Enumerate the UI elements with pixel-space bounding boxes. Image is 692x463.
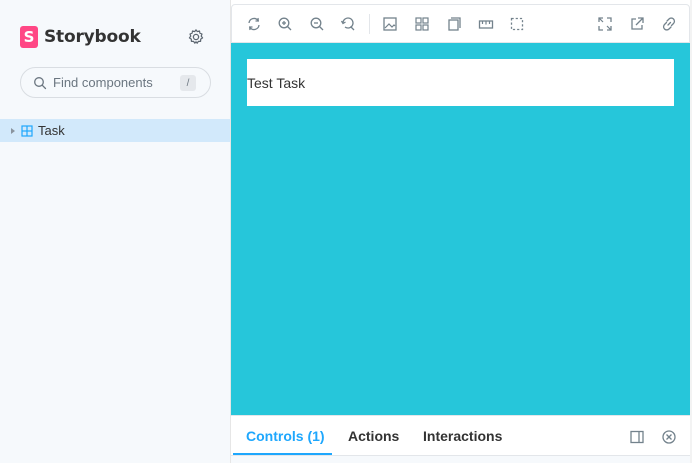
preview-toolbar xyxy=(231,4,690,43)
measure-icon[interactable] xyxy=(478,16,494,32)
tab-controls[interactable]: Controls (1) xyxy=(246,428,325,444)
toolbar-separator xyxy=(369,14,370,34)
zoom-out-icon[interactable] xyxy=(309,16,325,32)
sidebar: S Storybook / T xyxy=(0,0,231,463)
brand-name: Storybook xyxy=(44,27,141,47)
addons-panel-body xyxy=(231,455,690,463)
settings-gear-icon[interactable] xyxy=(187,28,205,46)
component-icon xyxy=(21,124,33,137)
viewport-icon[interactable] xyxy=(446,16,462,32)
storybook-logo-icon: S xyxy=(20,26,38,48)
brand[interactable]: S Storybook xyxy=(20,25,141,49)
zoom-in-icon[interactable] xyxy=(277,16,293,32)
fullscreen-icon[interactable] xyxy=(597,16,613,32)
search-box[interactable]: / xyxy=(20,67,211,98)
sidebar-item-label: Task xyxy=(38,123,65,138)
storybook-app: S Storybook / T xyxy=(0,0,692,463)
copy-link-icon[interactable] xyxy=(661,16,677,32)
panel-orientation-icon[interactable] xyxy=(629,429,645,445)
search-icon xyxy=(34,76,47,89)
grid-icon[interactable] xyxy=(414,16,430,32)
reload-icon[interactable] xyxy=(246,16,262,32)
sidebar-item-task[interactable]: Task xyxy=(0,119,230,142)
outline-icon[interactable] xyxy=(509,16,525,32)
tab-actions[interactable]: Actions xyxy=(348,428,399,444)
caret-right-icon[interactable] xyxy=(10,127,16,134)
close-panel-icon[interactable] xyxy=(661,429,677,445)
tab-interactions[interactable]: Interactions xyxy=(423,428,502,444)
zoom-reset-icon[interactable] xyxy=(340,16,356,32)
background-icon[interactable] xyxy=(382,16,398,32)
open-new-tab-icon[interactable] xyxy=(629,16,645,32)
task-title: Test Task xyxy=(247,74,306,91)
task-item[interactable]: Test Task xyxy=(247,59,674,106)
preview-canvas: Test Task xyxy=(231,43,690,415)
search-shortcut-badge: / xyxy=(180,75,196,91)
search-input[interactable] xyxy=(53,75,173,90)
